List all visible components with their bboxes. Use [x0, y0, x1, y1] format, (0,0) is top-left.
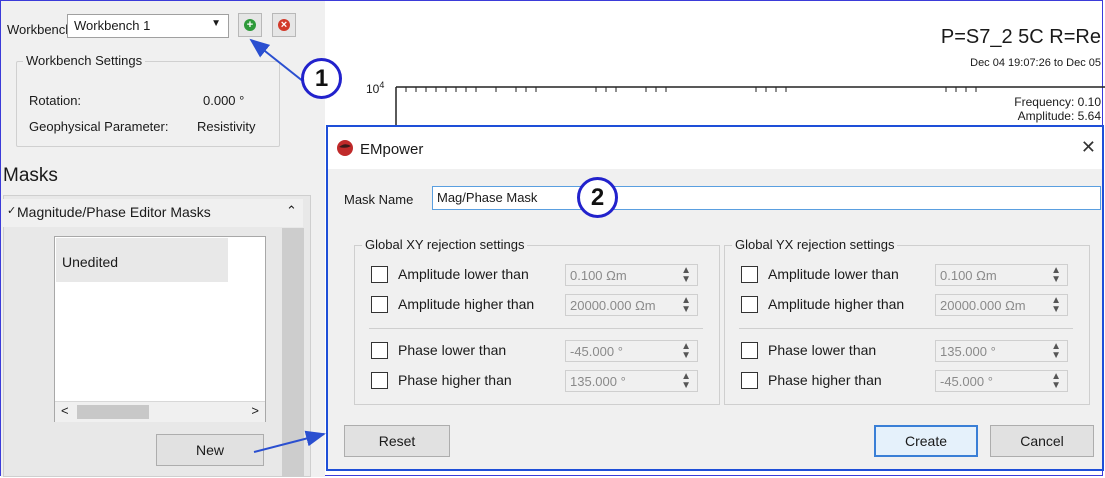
new-to-dialog-arrow	[253, 430, 326, 453]
callout-1: 1	[301, 58, 342, 99]
callout-1-arrow	[249, 38, 305, 83]
callout-2: 2	[577, 177, 618, 218]
annotation-arrows	[249, 38, 326, 453]
